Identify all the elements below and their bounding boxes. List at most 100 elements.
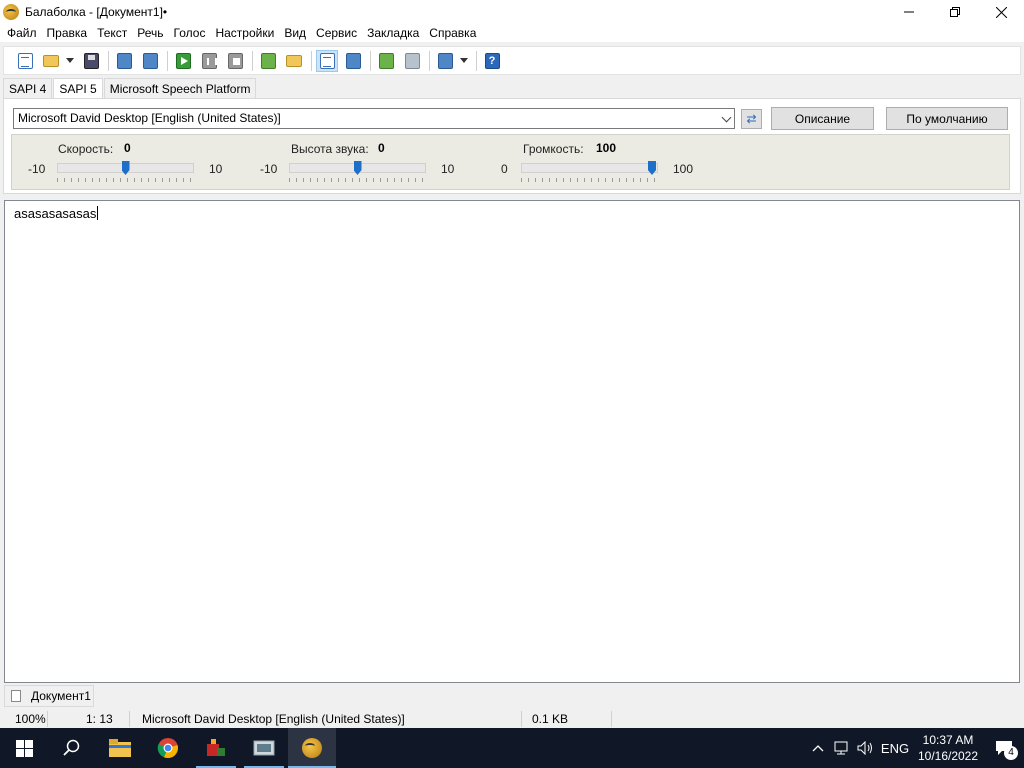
description-button[interactable]: Описание (771, 107, 874, 130)
play-icon (175, 52, 191, 69)
notification-count: 4 (1004, 746, 1018, 760)
default-button[interactable]: По умолчанию (886, 107, 1008, 130)
clock-time: 10:37 AM (922, 733, 974, 747)
toolbar-separator (476, 50, 477, 71)
search-button[interactable] (48, 728, 96, 768)
file-explorer-taskbar-button[interactable] (96, 728, 144, 768)
document-tab[interactable]: Документ1 (4, 685, 94, 707)
volume-max: 100 (673, 162, 694, 176)
window-title: Балаболка - [Документ1]• (25, 5, 168, 19)
save-button[interactable] (80, 50, 102, 72)
menu-help[interactable]: Справка (424, 24, 481, 42)
menu-view[interactable]: Вид (279, 24, 311, 42)
refresh-icon: ⇄ (746, 112, 757, 126)
volume-button[interactable] (854, 728, 878, 768)
dictionary-icon (345, 52, 361, 69)
windows-icon (15, 739, 33, 757)
toolbar: ? (3, 46, 1021, 75)
toolbar-separator (370, 50, 371, 71)
editor-content: asasasasasas (14, 206, 97, 221)
new-document-icon (17, 52, 33, 69)
toolbar-separator (429, 50, 430, 71)
text-view-icon (319, 52, 335, 69)
chrome-taskbar-button[interactable] (144, 728, 192, 768)
voice-select[interactable]: Microsoft David Desktop [English (United… (13, 108, 735, 129)
volume-ticks (521, 178, 658, 182)
close-button[interactable] (978, 0, 1024, 24)
menu-edit[interactable]: Правка (42, 24, 93, 42)
voice-panel: Microsoft David Desktop [English (United… (3, 98, 1021, 194)
refresh-voices-button[interactable]: ⇄ (741, 109, 762, 129)
batch-button[interactable] (283, 50, 305, 72)
open-file-button[interactable] (40, 50, 62, 72)
menu-settings[interactable]: Настройки (210, 24, 279, 42)
balabolka-icon (302, 738, 322, 758)
menu-tools[interactable]: Сервис (311, 24, 362, 42)
balabolka-taskbar-button[interactable] (288, 728, 336, 768)
restore-button[interactable] (932, 0, 978, 24)
action-center-button[interactable]: 4 (984, 728, 1024, 768)
book-dropdown[interactable] (460, 58, 468, 63)
bookmark-remove-icon (404, 52, 420, 69)
system-tray: ENG 10:37 AM 10/16/2022 4 (806, 728, 1024, 768)
menu-bookmark[interactable]: Закладка (362, 24, 424, 42)
clock-date: 10/16/2022 (917, 749, 979, 763)
dictionary-button[interactable] (342, 50, 364, 72)
volume-label: Громкость: (523, 142, 584, 156)
volume-slider[interactable] (521, 163, 658, 173)
status-bar: 100% 1: 13 Microsoft David Desktop [Engl… (0, 710, 1024, 728)
text-view-button[interactable] (316, 49, 338, 72)
status-voice: Microsoft David Desktop [English (United… (130, 711, 522, 727)
pitch-value: 0 (378, 141, 385, 155)
menu-file[interactable]: Файл (2, 24, 42, 42)
book-icon (437, 52, 453, 69)
voice-select-value: Microsoft David Desktop [English (United… (18, 111, 281, 125)
minimize-button[interactable] (886, 0, 932, 24)
convert-button[interactable] (257, 50, 279, 72)
book-button[interactable] (434, 50, 456, 72)
folder-icon (109, 739, 131, 757)
bookmark-remove-button[interactable] (401, 50, 423, 72)
app-taskbar-button[interactable] (192, 728, 240, 768)
chevron-up-icon (812, 745, 824, 752)
pitch-label: Высота звука: (291, 142, 369, 156)
document-icon (11, 690, 21, 702)
speaker-icon (857, 741, 872, 755)
menu-bar: Файл Правка Текст Речь Голос Настройки В… (0, 24, 1024, 42)
clock-button[interactable]: 10:37 AM 10/16/2022 (912, 732, 984, 764)
input-language-button[interactable]: ENG (878, 728, 912, 768)
play-button[interactable] (172, 50, 194, 72)
menu-speech[interactable]: Речь (132, 24, 168, 42)
rate-max: 10 (209, 162, 223, 176)
split-audio-button[interactable] (139, 50, 161, 72)
volume-min: 0 (501, 162, 508, 176)
convert-icon (260, 52, 276, 69)
pitch-min: -10 (260, 162, 278, 176)
pause-button[interactable] (198, 50, 220, 72)
network-button[interactable] (830, 728, 854, 768)
toolbar-separator (311, 50, 312, 71)
save-audio-button[interactable] (113, 50, 135, 72)
server-manager-taskbar-button[interactable] (240, 728, 288, 768)
start-button[interactable] (0, 728, 48, 768)
text-editor[interactable]: asasasasasas (4, 200, 1020, 683)
tab-sapi5[interactable]: SAPI 5 (53, 78, 103, 99)
show-hidden-icons-button[interactable] (806, 728, 830, 768)
menu-voice[interactable]: Голос (169, 24, 211, 42)
tab-sapi4[interactable]: SAPI 4 (3, 78, 53, 98)
help-button[interactable]: ? (481, 50, 503, 72)
open-recent-dropdown[interactable] (66, 58, 74, 63)
bookmark-add-button[interactable] (375, 50, 397, 72)
search-icon (63, 739, 80, 756)
tab-speech-platform[interactable]: Microsoft Speech Platform (103, 78, 257, 98)
menu-text[interactable]: Текст (92, 24, 132, 42)
stop-button[interactable] (224, 50, 246, 72)
network-icon (834, 741, 848, 755)
rate-value: 0 (124, 141, 131, 155)
document-tab-label: Документ1 (31, 689, 91, 703)
rate-label: Скорость: (58, 142, 114, 156)
open-folder-icon (43, 54, 59, 67)
status-zoom: 100% (0, 711, 48, 727)
toolbar-separator (108, 50, 109, 71)
new-document-button[interactable] (14, 50, 36, 72)
